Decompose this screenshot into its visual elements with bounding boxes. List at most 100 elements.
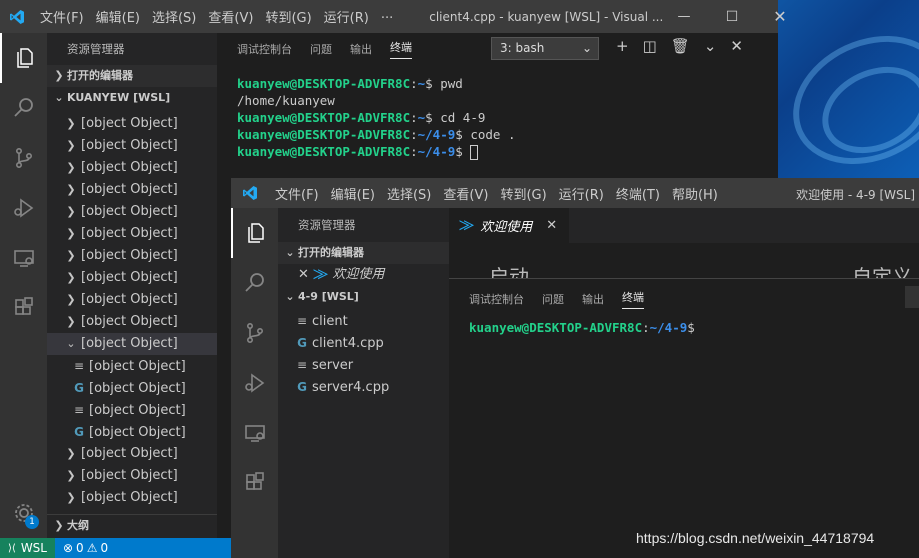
run-debug-icon[interactable] [231,358,278,408]
kill-terminal-icon[interactable]: 🗑 [671,37,690,55]
tree-item-label: [object Object] [81,248,178,263]
remote-explorer-icon[interactable] [231,408,278,458]
tree-item[interactable]: Gserver4.cpp [278,376,449,398]
tree-item[interactable]: ❯ [object Object] [47,289,217,311]
settings-gear-icon[interactable]: 1 [0,488,47,538]
tree-item[interactable]: ❯ [object Object] [47,465,217,487]
open-editors-section[interactable]: ⌄ 打开的编辑器 [278,242,449,264]
tree-item[interactable]: ❯ [object Object] [47,267,217,289]
tree-item[interactable]: ❯ [object Object] [47,443,217,465]
menu-item[interactable]: 编辑(E) [331,188,375,203]
tab-label: 欢迎使用 [480,220,533,235]
close-editor-icon[interactable]: ✕ [298,267,309,282]
menu-item[interactable]: 文件(F) [275,188,319,203]
tree-item-label: server4.cpp [312,380,390,395]
tree-item[interactable]: ❯ [object Object] [47,311,217,333]
split-terminal-icon[interactable]: ◫ [643,37,657,55]
source-control-icon[interactable] [0,133,47,183]
explorer-icon[interactable] [0,33,47,83]
section-label: 大纲 [67,519,89,532]
explorer-title: 资源管理器 [67,42,125,56]
explorer-sidebar: 资源管理器 ⌄ 打开的编辑器 ✕ ⨠ 欢迎使用 ⌄ 4-9 [WSL] ≡ clien… [278,208,449,558]
menu-item[interactable]: 帮助(H) [672,188,718,203]
chevron-right-icon: ❯ [66,271,76,284]
remote-explorer-icon[interactable] [0,233,47,283]
menu-item[interactable]: ··· [381,11,393,26]
menu-item[interactable]: 终端(T) [616,188,660,203]
open-editors-section[interactable]: ❯ 打开的编辑器 [47,65,217,87]
tree-item[interactable]: ≡ server [278,354,449,376]
tree-item[interactable]: ≡ [object Object] [47,355,217,377]
menu-item[interactable]: 运行(R) [324,11,369,26]
panel-tab[interactable]: 调试控制台 [237,41,292,57]
vscode-window-front: 文件(F) 编辑(E) 选择(S) 查看(V) 转到(G) 运行(R) 终端(T) 帮助(H)… [231,178,919,558]
new-terminal-icon[interactable]: + [616,37,629,55]
explorer-icon[interactable] [231,208,278,258]
close-tab-icon[interactable]: ✕ [546,218,557,233]
workspace-section[interactable]: ⌄ KUANYEW [WSL] [47,87,217,109]
chevron-down-icon: ⌄ [285,290,295,303]
open-editor-item[interactable]: ✕ ⨠ 欢迎使用 [278,264,449,286]
problems-indicator[interactable]: ⊗ 0 ⚠ 0 [55,541,108,555]
file-tree: ❯ [object Object] ❯ [object Object] ❯ [object… [47,113,217,509]
remote-indicator[interactable]: ⟩⟨ WSL [0,538,55,558]
terminal-output[interactable]: kuanyew@DESKTOP-ADVFR8C:~/4-9$ [449,313,919,336]
menu-item[interactable]: 运行(R) [559,188,604,203]
run-debug-icon[interactable] [0,183,47,233]
tree-item-label: [object Object] [81,468,178,483]
panel-tab[interactable]: 调试控制台 [469,291,524,307]
menu-item[interactable]: 查看(V) [443,188,488,203]
source-control-icon[interactable] [231,308,278,358]
extensions-icon[interactable] [231,458,278,508]
error-icon: ⊗ [62,541,74,555]
menu-item[interactable]: 转到(G) [265,11,311,26]
tree-item[interactable]: ❯ [object Object] [47,487,217,509]
panel-scroll-handle[interactable] [905,286,919,308]
panel-tab[interactable]: 问题 [542,291,564,307]
tree-item[interactable]: ❯ [object Object] [47,245,217,267]
tree-item[interactable]: ❯ [object Object] [47,179,217,201]
panel-tab[interactable]: 输出 [350,41,372,57]
tree-item[interactable]: ⌄ [object Object] [47,333,217,355]
close-icon[interactable]: ✕ [756,7,804,26]
tree-item[interactable]: ❯ [object Object] [47,157,217,179]
tree-item[interactable]: G [object Object] [47,421,217,443]
terminal-line: kuanyew@DESKTOP-ADVFR8C:~/4-9$ code . [237,127,516,142]
chevron-right-icon: ❯ [66,469,76,482]
menu-item[interactable]: 选择(S) [152,11,196,26]
panel-tab[interactable]: 终端 [622,289,644,309]
outline-section[interactable]: ❯ 大纲 [47,514,217,536]
tree-item-label: [object Object] [81,204,178,219]
panel-tab[interactable]: 输出 [582,291,604,307]
tree-item[interactable]: ≡ [object Object] [47,399,217,421]
extensions-icon[interactable] [0,283,47,333]
tree-item[interactable]: ❯ [object Object] [47,223,217,245]
menu-item[interactable]: 转到(G) [500,188,546,203]
window-title: client4.cpp - kuanyew [WSL] - Visual ... [429,9,664,24]
text-file-icon: ≡ [73,359,85,373]
menu-item[interactable]: 选择(S) [387,188,431,203]
tree-item[interactable]: ❯ [object Object] [47,113,217,135]
tree-item[interactable]: ≡ client [278,310,449,332]
tab-welcome[interactable]: ⨠ 欢迎使用 ✕ [449,208,569,243]
search-icon[interactable] [231,258,278,308]
terminal-output[interactable]: kuanyew@DESKTOP-ADVFR8C:~$ pwd/home/kuan… [237,75,515,160]
menu-item[interactable]: 编辑(E) [96,11,140,26]
workspace-section[interactable]: ⌄ 4-9 [WSL] [278,286,449,308]
close-panel-icon[interactable]: ✕ [730,37,743,55]
menu-item[interactable]: 文件(F) [40,11,84,26]
maximize-panel-icon[interactable]: ⌄ [704,37,717,55]
maximize-icon[interactable]: ☐ [708,9,756,25]
minimize-icon[interactable]: — [660,9,708,24]
search-icon[interactable] [0,83,47,133]
terminal-select[interactable]: 3: bash ⌄ [491,37,599,60]
panel-tab[interactable]: 问题 [310,41,332,57]
tree-item[interactable]: ❯ [object Object] [47,201,217,223]
vscode-logo-icon [0,9,34,25]
tree-item[interactable]: Gclient4.cpp [278,332,449,354]
tree-item-label: [object Object] [81,116,178,131]
tree-item[interactable]: ❯ [object Object] [47,135,217,157]
tree-item[interactable]: G [object Object] [47,377,217,399]
panel-tab[interactable]: 终端 [390,39,412,59]
menu-item[interactable]: 查看(V) [208,11,253,26]
